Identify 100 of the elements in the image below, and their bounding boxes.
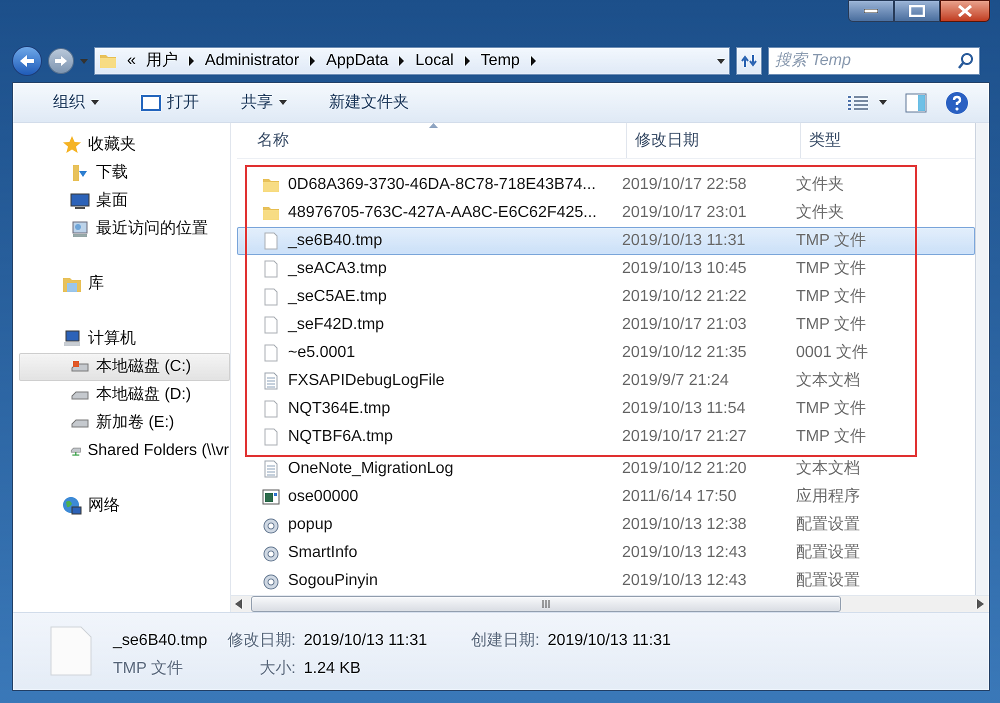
- list-view-icon: [847, 94, 869, 112]
- refresh-arrows-icon: [741, 54, 757, 68]
- file-type: 应用程序: [795, 486, 860, 507]
- scroll-left-icon[interactable]: [235, 599, 243, 609]
- column-header[interactable]: 类型: [801, 123, 975, 158]
- back-button[interactable]: [12, 46, 42, 76]
- sidebar-item[interactable]: 桌面: [19, 187, 230, 215]
- minimize-button[interactable]: [848, 0, 894, 22]
- file-row[interactable]: _se6B40.tmp 2019/10/13 11:31 TMP 文件: [237, 227, 975, 255]
- modified-date: 2019/10/13 12:43: [621, 543, 748, 563]
- breadcrumb[interactable]: Administrator: [204, 49, 300, 73]
- caret-icon: [279, 100, 287, 105]
- modified-date: 2019/9/7 21:24: [621, 371, 730, 391]
- file-name: NQT364E.tmp: [288, 399, 390, 419]
- file-row[interactable]: ose00000 2011/6/14 17:50 应用程序: [237, 483, 975, 511]
- file-name: _se6B40.tmp: [288, 231, 382, 251]
- close-icon: [957, 5, 973, 17]
- sidebar-item[interactable]: 网络: [19, 492, 230, 520]
- file-name: popup: [288, 515, 332, 535]
- forward-button[interactable]: [48, 48, 74, 74]
- sidebar-item[interactable]: 新加卷 (E:): [19, 409, 230, 437]
- file-row[interactable]: NQTBF6A.tmp 2019/10/17 21:27 TMP 文件: [237, 423, 975, 451]
- file-row[interactable]: ~e5.0001 2019/10/12 21:35 0001 文件: [237, 339, 975, 367]
- file-row[interactable]: NQT364E.tmp 2019/10/13 11:54 TMP 文件: [237, 395, 975, 423]
- download-folder-icon: [70, 163, 90, 183]
- file-name: 0D68A369-3730-46DA-8C78-718E43B74...: [288, 175, 596, 195]
- file-row[interactable]: FXSAPIDebugLogFile 2019/9/7 21:24 文本文档: [237, 367, 975, 395]
- overflow-chevron[interactable]: «: [127, 49, 136, 73]
- detail-label: 创建日期:: [470, 630, 540, 651]
- file-name: OneNote_MigrationLog: [288, 459, 454, 479]
- file-name: _seACA3.tmp: [288, 259, 387, 279]
- modified-date: 2019/10/17 21:27: [621, 427, 748, 447]
- preview-pane-button[interactable]: [905, 92, 927, 112]
- modified-date: 2019/10/17 22:58: [621, 175, 748, 195]
- sidebar-item[interactable]: 本地磁盘 (C:): [19, 353, 230, 381]
- scroll-right-icon[interactable]: [977, 599, 985, 609]
- sidebar-item[interactable]: 本地磁盘 (D:): [19, 381, 230, 409]
- window-icon: [141, 94, 161, 110]
- horizontal-scrollbar-thumb[interactable]: [251, 596, 841, 612]
- search-field[interactable]: 搜索 Temp: [768, 47, 980, 75]
- file-name: NQTBF6A.tmp: [288, 427, 393, 447]
- view-options-button[interactable]: [847, 94, 887, 112]
- sidebar-item[interactable]: 计算机: [19, 325, 230, 353]
- breadcrumb[interactable]: AppData: [326, 49, 388, 73]
- file-row[interactable]: _seACA3.tmp 2019/10/13 10:45 TMP 文件: [237, 255, 975, 283]
- detail-value: 2019/10/13 11:31: [548, 631, 671, 651]
- modified-date: 2019/10/13 10:45: [621, 259, 748, 279]
- file-name: 48976705-763C-427A-AA8C-E6C62F425...: [288, 203, 597, 223]
- toolbar-button[interactable]: 打开: [131, 86, 209, 118]
- sidebar-item[interactable]: 最近访问的位置: [19, 215, 230, 243]
- modified-date: 2019/10/17 21:03: [621, 315, 748, 335]
- file-row[interactable]: 0D68A369-3730-46DA-8C78-718E43B74... 2019/10/17 22:58 文件夹: [237, 171, 975, 199]
- toolbar-button[interactable]: 新建文件夹: [319, 86, 419, 118]
- maximize-icon: [909, 5, 925, 17]
- search-icon: [958, 53, 974, 69]
- address-bar[interactable]: « 用户 Administrator AppData Local Temp: [94, 47, 730, 75]
- breadcrumb[interactable]: 用户: [146, 49, 178, 73]
- file-row[interactable]: 48976705-763C-427A-AA8C-E6C62F425... 2019/10/17 23:01 文件夹: [237, 199, 975, 227]
- selected-file-type: TMP 文件: [113, 658, 184, 679]
- text-file-icon: [262, 460, 280, 478]
- file-row[interactable]: _seC5AE.tmp 2019/10/12 21:22 TMP 文件: [237, 283, 975, 311]
- gear-file-icon: [262, 572, 280, 590]
- vertical-scrollbar[interactable]: [975, 123, 989, 595]
- file-row[interactable]: _seF42D.tmp 2019/10/17 21:03 TMP 文件: [237, 311, 975, 339]
- file-row[interactable]: SmartInfo 2019/10/13 12:43 配置设置: [237, 539, 975, 567]
- program-icon: [262, 488, 280, 506]
- modified-date: 2019/10/13 12:43: [621, 571, 748, 591]
- column-header[interactable]: 名称: [237, 123, 627, 158]
- maximize-button[interactable]: [894, 0, 940, 22]
- help-icon: [945, 90, 969, 114]
- breadcrumb[interactable]: Temp: [480, 49, 520, 73]
- toolbar-button[interactable]: 组织: [43, 86, 109, 118]
- forward-arrow-icon: [54, 55, 68, 67]
- sidebar-item[interactable]: 收藏夹: [19, 131, 230, 159]
- file-row[interactable]: SogouPinyin 2019/10/13 12:43 配置设置: [237, 567, 975, 595]
- file-row[interactable]: OneNote_MigrationLog 2019/10/12 21:20 文本文档: [237, 455, 975, 483]
- file-type: 配置设置: [795, 515, 860, 535]
- recent-places-icon: [70, 219, 90, 239]
- chevron-right-icon: [530, 56, 537, 66]
- file-name: ose00000: [288, 487, 358, 507]
- refresh-button[interactable]: [736, 47, 762, 75]
- caret-icon: [91, 100, 99, 105]
- sidebar-item[interactable]: 下载: [19, 159, 230, 187]
- caret-icon: [80, 58, 88, 64]
- sidebar-item[interactable]: Shared Folders (\\vr: [19, 437, 230, 465]
- computer-icon: [62, 329, 82, 349]
- detail-value: 1.24 KB: [304, 659, 362, 679]
- file-icon: [262, 428, 280, 446]
- close-button[interactable]: [940, 0, 990, 22]
- modified-date: 2019/10/17 23:01: [621, 203, 748, 223]
- breadcrumb[interactable]: Local: [415, 49, 454, 73]
- sidebar-item[interactable]: 库: [19, 270, 230, 298]
- file-name: SogouPinyin: [288, 571, 378, 591]
- file-name: _seF42D.tmp: [288, 315, 384, 335]
- column-header[interactable]: 修改日期: [627, 123, 801, 158]
- modified-date: 2019/10/13 11:54: [621, 399, 746, 419]
- detail-value: 2019/10/13 11:31: [304, 631, 428, 651]
- help-button[interactable]: [945, 90, 969, 114]
- toolbar-button[interactable]: 共享: [231, 86, 297, 118]
- file-row[interactable]: popup 2019/10/13 12:38 配置设置: [237, 511, 975, 539]
